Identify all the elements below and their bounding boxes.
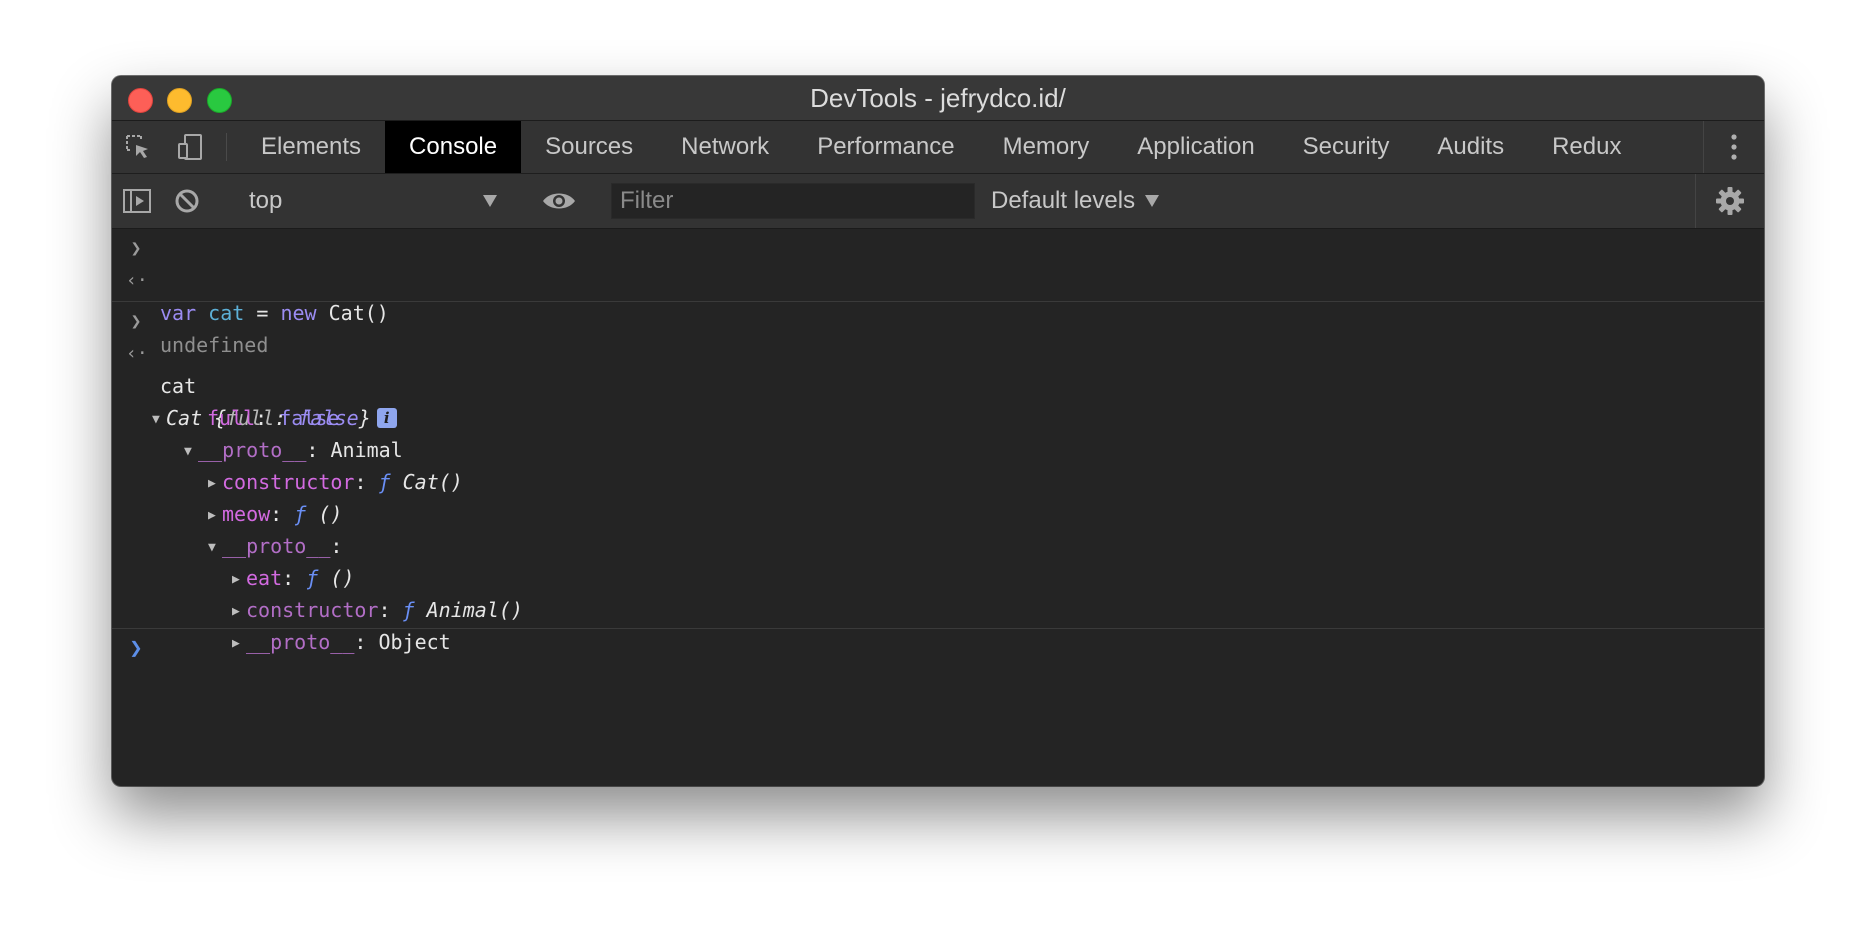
- vertical-dots-icon: [1731, 134, 1737, 160]
- tab-network[interactable]: Network: [657, 121, 793, 173]
- result-arrow-icon: ‹·: [126, 270, 148, 291]
- title-bar: DevTools - jefrydco.id/: [112, 76, 1764, 121]
- console-prompt[interactable]: ❯: [112, 629, 1764, 669]
- devtools-window: DevTools - jefrydco.id/ Elements Console…: [112, 76, 1764, 786]
- cursor-select-icon: [126, 135, 148, 158]
- context-value: top: [249, 187, 283, 214]
- console-settings-button[interactable]: [1695, 174, 1764, 228]
- toolbar-divider: [226, 133, 227, 161]
- dropdown-triangle-icon: [1145, 195, 1160, 207]
- object-summary[interactable]: ‹· ▼ Cat {full: false} i: [112, 338, 1764, 430]
- console-result-line: ‹· undefined: [112, 265, 1764, 357]
- inspect-element-button[interactable]: [112, 121, 164, 173]
- clear-block-icon: [175, 189, 199, 213]
- console-toolbar: top Default levels: [112, 174, 1764, 229]
- tab-console[interactable]: Console: [385, 121, 522, 173]
- tree-row-constructor-2[interactable]: ▶ constructor: ƒ Animal(): [112, 562, 1764, 622]
- tree-row-full: full: false: [207, 406, 340, 430]
- tab-elements[interactable]: Elements: [237, 121, 385, 173]
- tab-redux[interactable]: Redux: [1528, 121, 1645, 173]
- live-expression-button[interactable]: [534, 174, 584, 228]
- tree-row-proto-3[interactable]: ▶ __proto__: Object: [112, 594, 1764, 654]
- tab-security[interactable]: Security: [1279, 121, 1414, 173]
- gear-icon: [1716, 187, 1744, 215]
- panel-tab-bar: Elements Console Sources Network Perform…: [112, 121, 1764, 174]
- console-output: ❯ var cat = new Cat() ‹· undefined ❯ cat…: [112, 229, 1764, 669]
- tree-row-proto-2[interactable]: ▼ __proto__:: [112, 498, 1764, 558]
- sidebar-play-icon: [123, 189, 151, 213]
- input-chevron-icon: ❯: [130, 311, 142, 332]
- tree-row-constructor[interactable]: ▶ constructor: ƒ Cat(): [112, 434, 1764, 494]
- tab-audits[interactable]: Audits: [1413, 121, 1528, 173]
- filter-input[interactable]: [611, 183, 975, 219]
- show-sidebar-button[interactable]: [112, 174, 162, 228]
- tree-row-eat[interactable]: ▶ eat: ƒ (): [112, 530, 1764, 590]
- prompt-chevron-icon: ❯: [129, 636, 143, 661]
- context-selector[interactable]: top: [233, 174, 513, 228]
- tab-application[interactable]: Application: [1113, 121, 1278, 173]
- console-input-line[interactable]: ❯ var cat = new Cat(): [112, 233, 1764, 325]
- window-title: DevTools - jefrydco.id/: [810, 83, 1066, 113]
- console-entry: ❯ cat ‹· ▼ Cat {full: false} i full: false…: [112, 302, 1764, 654]
- input-chevron-icon: ❯: [130, 238, 142, 259]
- device-mode-icon: [178, 134, 202, 160]
- log-levels-label: Default levels: [991, 187, 1136, 214]
- result-arrow-icon: ‹·: [126, 343, 148, 364]
- tree-row-meow[interactable]: ▶ meow: ƒ (): [112, 466, 1764, 526]
- console-entry: ❯ var cat = new Cat() ‹· undefined: [112, 229, 1764, 357]
- tab-memory[interactable]: Memory: [979, 121, 1114, 173]
- more-menu-button[interactable]: [1703, 121, 1764, 173]
- clear-console-button[interactable]: [162, 174, 212, 228]
- log-levels-dropdown[interactable]: Default levels: [991, 187, 1160, 215]
- dropdown-triangle-icon: [483, 195, 497, 207]
- console-input-line[interactable]: ❯ cat: [112, 306, 1764, 398]
- tree-row-proto[interactable]: ▼ __proto__: Animal: [112, 402, 1764, 462]
- tab-performance[interactable]: Performance: [793, 121, 978, 173]
- device-toolbar-button[interactable]: [164, 121, 216, 173]
- eye-icon: [543, 193, 575, 209]
- tab-sources[interactable]: Sources: [521, 121, 657, 173]
